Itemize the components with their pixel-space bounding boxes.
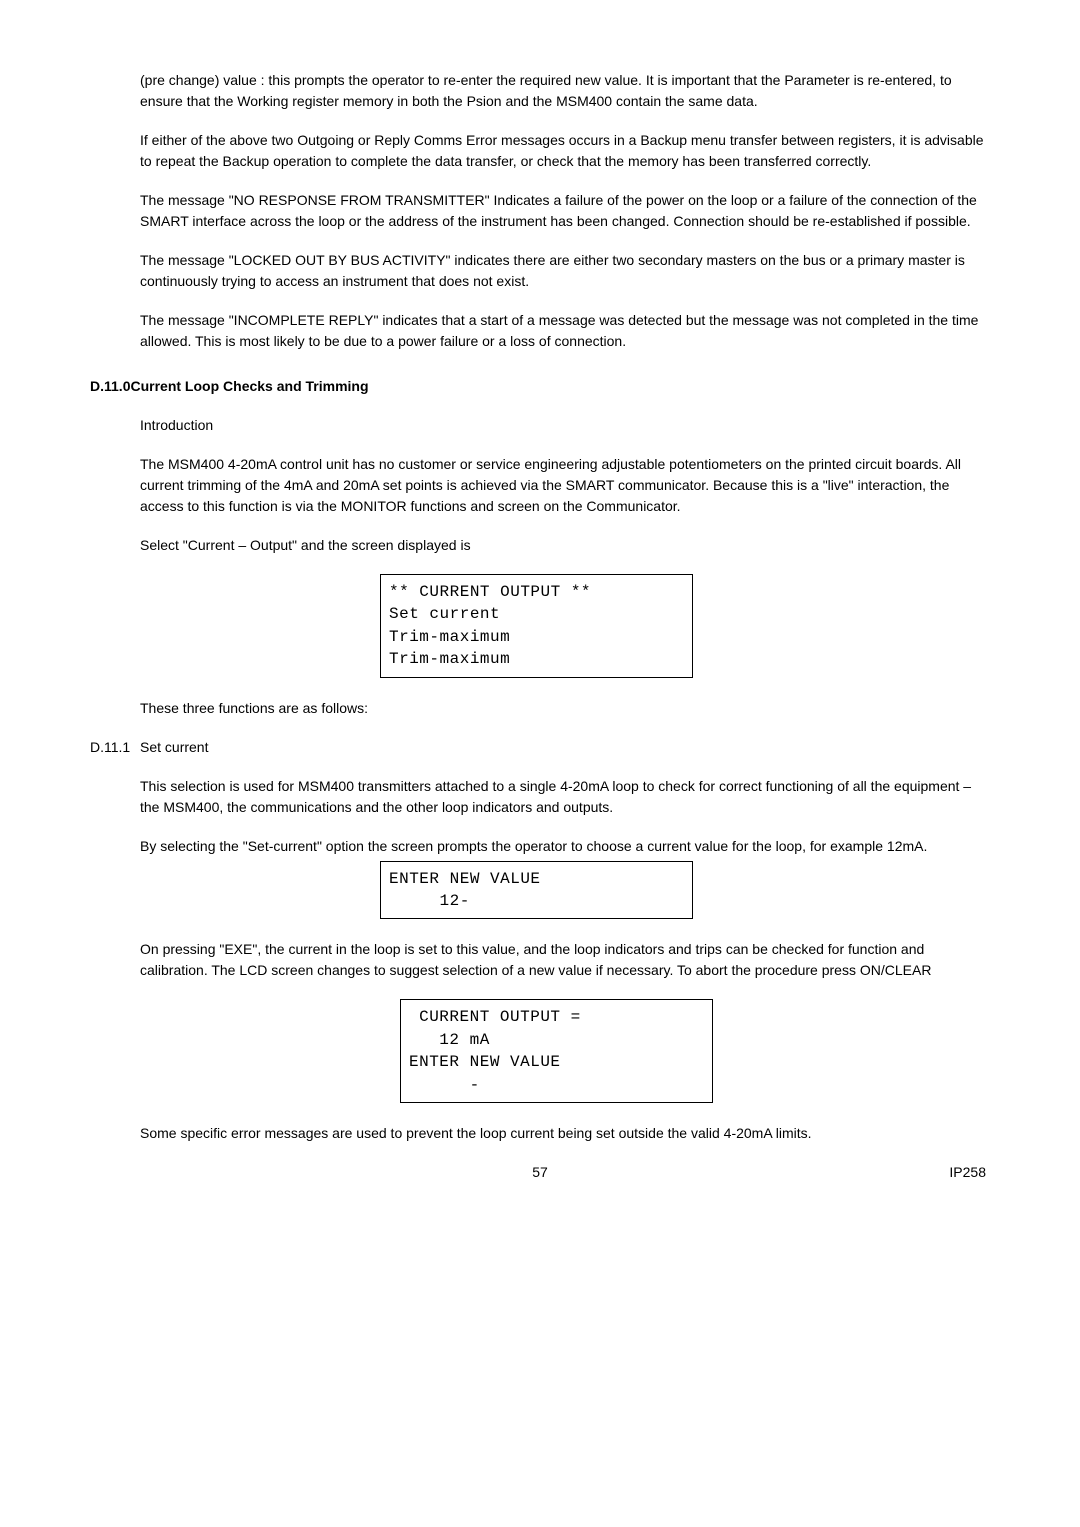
- paragraph: Some specific error messages are used to…: [140, 1123, 990, 1144]
- section-number: D.11.0: [90, 376, 130, 397]
- paragraph: Select "Current – Output" and the screen…: [140, 535, 990, 556]
- section-heading-d11-1: D.11.1 Set current: [90, 737, 990, 758]
- section-number: D.11.1: [90, 737, 140, 758]
- paragraph: This selection is used for MSM400 transm…: [140, 776, 990, 818]
- lcd-screen-enter-new-value: ENTER NEW VALUE 12-: [380, 861, 693, 920]
- lcd-screen-current-output-value: CURRENT OUTPUT = 12 mA ENTER NEW VALUE -: [400, 999, 713, 1103]
- footer-left-spacer: [94, 1162, 174, 1183]
- lcd-screen-current-output-menu: ** CURRENT OUTPUT ** Set current Trim-ma…: [380, 574, 693, 678]
- document-code: IP258: [906, 1162, 986, 1183]
- paragraph: The message "NO RESPONSE FROM TRANSMITTE…: [140, 190, 990, 232]
- subheading-introduction: Introduction: [140, 415, 990, 436]
- paragraph: If either of the above two Outgoing or R…: [140, 130, 990, 172]
- paragraph: These three functions are as follows:: [140, 698, 990, 719]
- paragraph: The message "INCOMPLETE REPLY" indicates…: [140, 310, 990, 352]
- section-heading-d11-0: D.11.0Current Loop Checks and Trimming: [90, 376, 990, 397]
- section-title: Set current: [140, 737, 208, 758]
- paragraph: The message "LOCKED OUT BY BUS ACTIVITY"…: [140, 250, 990, 292]
- paragraph: By selecting the "Set-current" option th…: [140, 836, 990, 857]
- paragraph: On pressing "EXE", the current in the lo…: [140, 939, 990, 981]
- paragraph: The MSM400 4-20mA control unit has no cu…: [140, 454, 990, 517]
- section-title: Current Loop Checks and Trimming: [130, 378, 368, 394]
- paragraph: (pre change) value : this prompts the op…: [140, 70, 990, 112]
- page-number: 57: [174, 1162, 906, 1183]
